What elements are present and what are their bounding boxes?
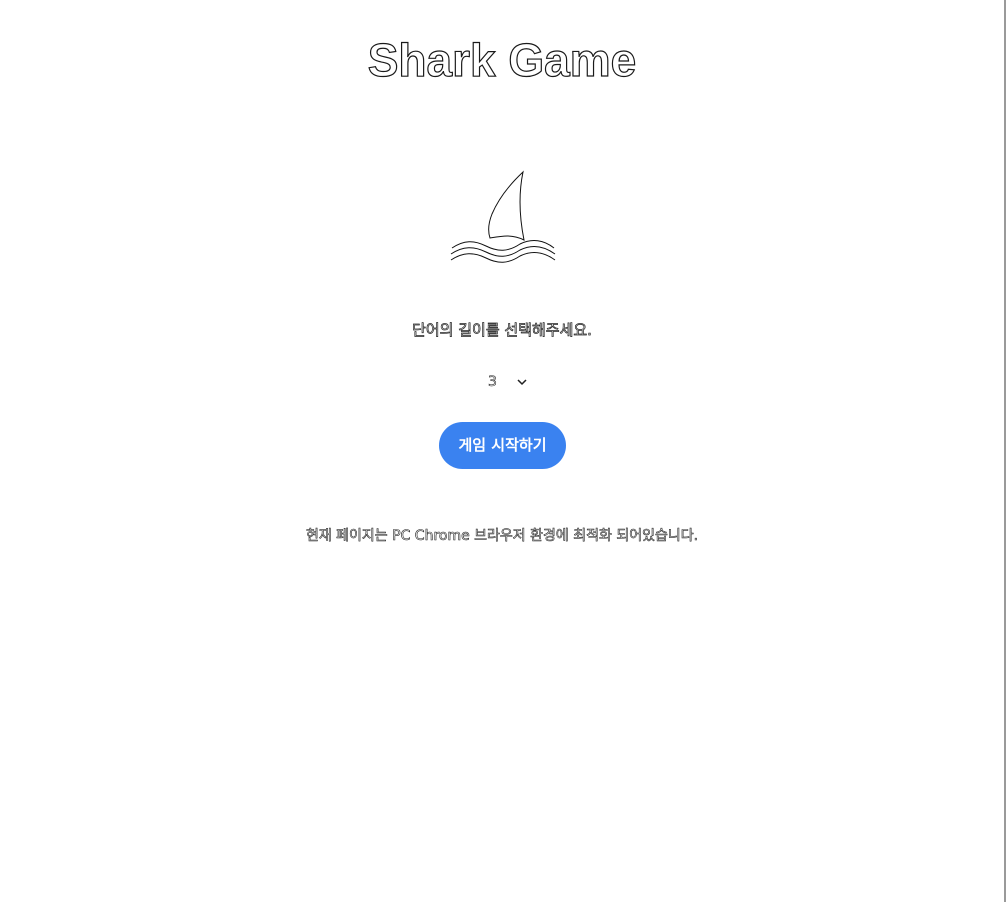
word-length-select[interactable]: 3 [470,368,536,396]
word-length-value: 3 [488,374,498,391]
browser-notice: 현재 페이지는 PC Chrome 브라우저 환경에 최적화 되어있습니다. [305,528,699,545]
start-game-button[interactable]: 게임 시작하기 [439,422,566,469]
page-title: Shark Game [367,33,637,86]
shark-fin-icon [450,170,556,263]
word-length-prompt: 단어의 길이를 선택해주세요. [412,321,593,340]
game-page: Shark Game 단어의 길이를 선택해주세요. 3 게임 시작하기 현재 … [0,0,1006,902]
chevron-down-icon [517,379,527,386]
